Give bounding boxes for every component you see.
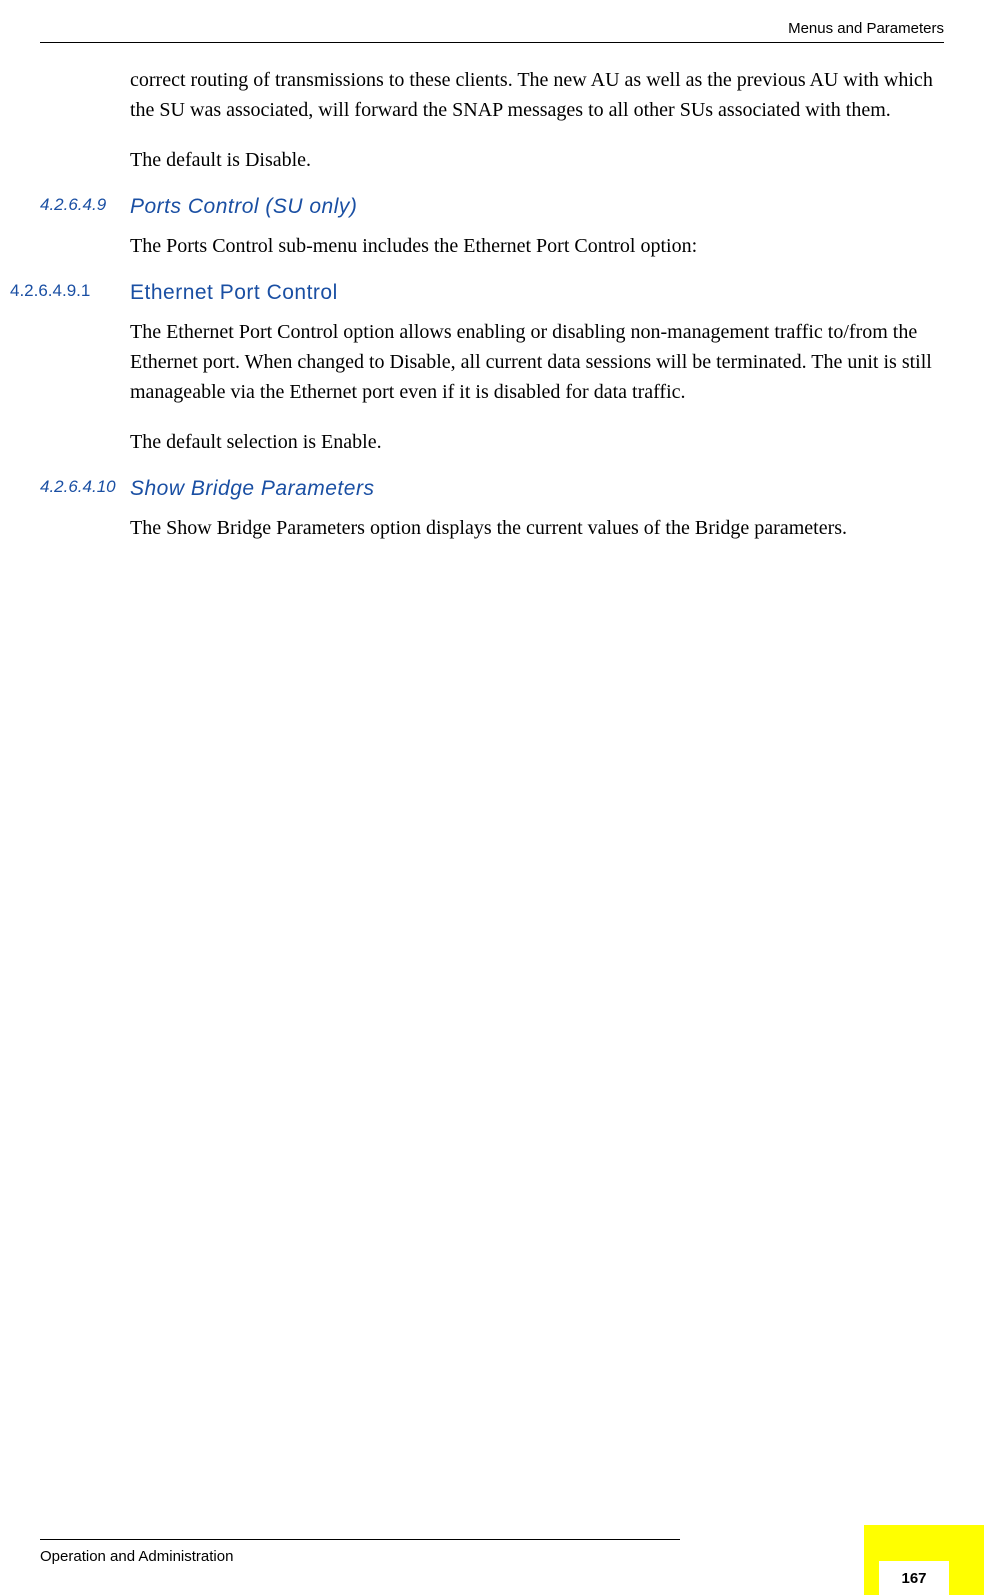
footer-text: Operation and Administration	[40, 1548, 984, 1565]
body-paragraph: The default selection is Enable.	[130, 427, 944, 457]
page-header: Menus and Parameters	[788, 20, 944, 37]
section-number: 4.2.6.4.9	[40, 195, 130, 219]
page-content: correct routing of transmissions to thes…	[40, 65, 944, 563]
section-heading: 4.2.6.4.10 Show Bridge Parameters	[40, 477, 944, 501]
section-heading: 4.2.6.4.9.1 Ethernet Port Control	[40, 281, 944, 305]
section-number: 4.2.6.4.9.1	[10, 281, 130, 305]
footer-rule	[40, 1539, 680, 1540]
page-footer: Operation and Administration	[40, 1539, 984, 1565]
body-paragraph: correct routing of transmissions to thes…	[130, 65, 944, 125]
section-heading: 4.2.6.4.9 Ports Control (SU only)	[40, 195, 944, 219]
body-paragraph: The Show Bridge Parameters option displa…	[130, 513, 944, 543]
body-paragraph: The Ports Control sub-menu includes the …	[130, 231, 944, 261]
section-title: Ethernet Port Control	[130, 281, 338, 305]
body-paragraph: The Ethernet Port Control option allows …	[130, 317, 944, 407]
section-title: Show Bridge Parameters	[130, 477, 374, 501]
section-title: Ports Control (SU only)	[130, 195, 357, 219]
body-paragraph: The default is Disable.	[130, 145, 944, 175]
page-number: 167	[879, 1561, 949, 1595]
header-rule	[40, 42, 944, 43]
section-number: 4.2.6.4.10	[40, 477, 130, 501]
